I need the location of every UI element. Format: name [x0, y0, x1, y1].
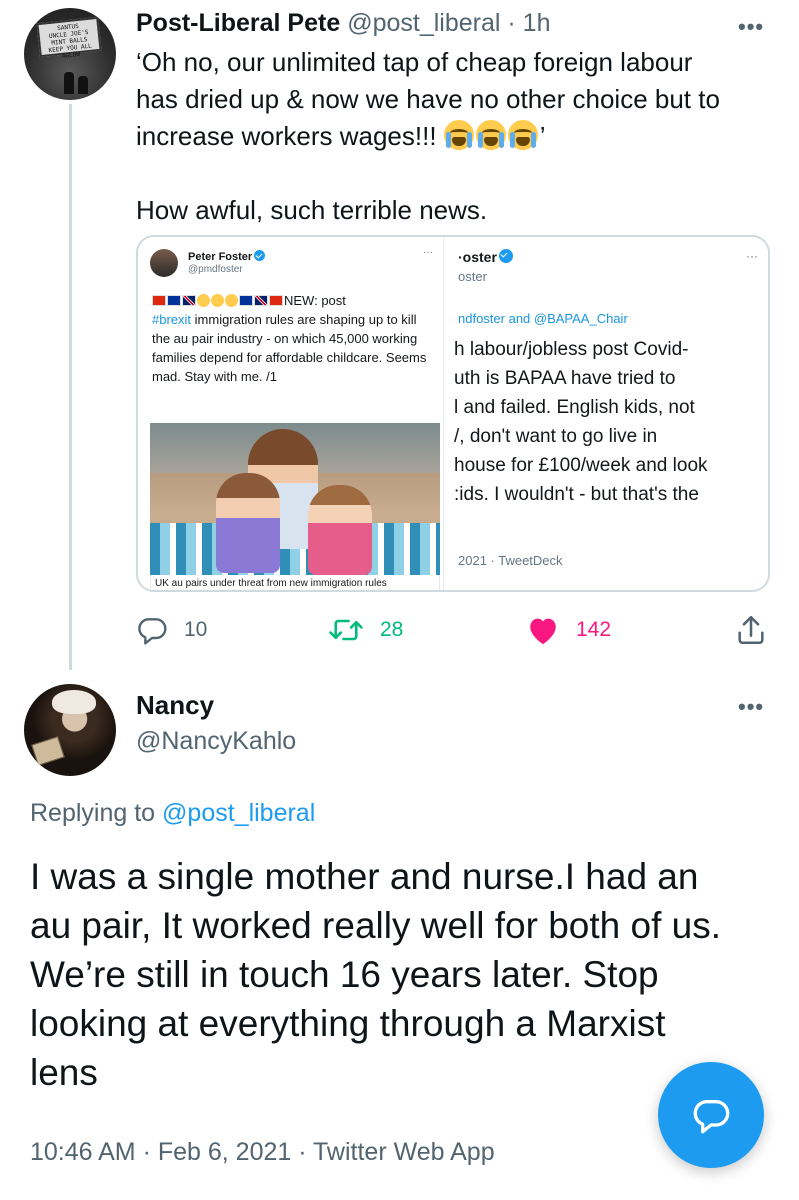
author-avatar[interactable]: SANTUS UNCLE JOE'S MINT BALLS KEEP YOU A…: [24, 8, 116, 100]
thinking-face-icon: [225, 294, 238, 307]
tweet-text-line: We’re still in touch 16 years later. Sto…: [30, 954, 659, 995]
embedded-text-line: h labour/jobless post Covid-: [454, 339, 689, 360]
reply-icon: [138, 618, 167, 645]
tweet-timestamp[interactable]: 10:46 AM · Feb 6, 2021 · Twitter Web App: [30, 1138, 495, 1167]
embedded-tweet-meta: 2021 · TweetDeck: [458, 553, 563, 568]
tweet-time[interactable]: 1h: [523, 9, 551, 37]
loudly-crying-face-icon: [443, 120, 474, 150]
retweet-count: 28: [380, 618, 404, 641]
reply-bubble-icon: [693, 1100, 730, 1134]
embedded-text-line: /, don't want to go live in: [454, 426, 658, 447]
tweet-text-line: has dried up & now we have no other choi…: [136, 84, 720, 114]
retweet-icon: [329, 619, 363, 641]
replying-to-prefix: Replying to: [30, 799, 163, 827]
embedded-text-line: uth is BAPAA have tried to: [454, 368, 676, 389]
tweet-text-line: looking at everything through a Marxist: [30, 1003, 666, 1044]
embedded-more-icon: ···: [746, 249, 758, 263]
tweet-text-line: How awful, such terrible news.: [136, 195, 488, 225]
embedded-replying-to: ndfoster and @BAPAA_Chair: [458, 311, 628, 326]
tweet-text: ‘Oh no, our unlimited tap of cheap forei…: [136, 44, 776, 229]
like-count: 142: [576, 618, 612, 641]
embedded-author-name: ·oster: [458, 249, 513, 265]
avatar-figure: [78, 76, 88, 94]
more-options-icon[interactable]: •••: [738, 696, 764, 718]
reply-button[interactable]: 10: [136, 610, 207, 650]
embedded-tweet-screenshot-left: Peter Foster @pmdfoster ··· NEW: post #b…: [138, 237, 443, 590]
replying-to-link[interactable]: @post_liberal: [162, 799, 315, 827]
eu-flag-icon: [167, 295, 181, 306]
verified-badge-icon: [498, 249, 513, 263]
tweet-media-image[interactable]: Peter Foster @pmdfoster ··· NEW: post #b…: [136, 235, 770, 592]
tweet-text-line: I was a single mother and nurse.I had an: [30, 856, 699, 897]
reply-count: 10: [184, 618, 208, 641]
author-handle[interactable]: @post_liberal: [347, 9, 500, 37]
loudly-crying-face-icon: [507, 120, 538, 150]
tweet-action-bar: 10 28 142: [136, 610, 770, 650]
tweet-text-line: au pair, It worked really well for both …: [30, 905, 722, 946]
embedded-tweet-text: NEW: post #brexit immigration rules are …: [152, 293, 427, 384]
tweet-text-line: increase workers wages!!! ’: [136, 118, 776, 155]
hashtag: #brexit: [152, 312, 192, 327]
loudly-crying-face-icon: [475, 120, 506, 150]
embedded-text-line: :ids. I wouldn't - but that's the: [454, 484, 699, 505]
author-name[interactable]: Post-Liberal Pete: [136, 9, 340, 37]
embedded-tweet-screenshot-right: ·oster oster ··· ndfoster and @BAPAA_Cha…: [443, 237, 768, 590]
verified-badge-icon: [254, 250, 266, 261]
embedded-author-name: Peter Foster: [188, 250, 266, 263]
embedded-text-line: l and failed. English kids, not: [454, 397, 695, 418]
embedded-author-handle: @pmdfoster: [188, 264, 243, 275]
retweet-button[interactable]: 28: [328, 610, 403, 650]
reply-author-handle[interactable]: @NancyKahlo: [136, 727, 296, 756]
reply-tweet-text: I was a single mother and nurse.I had an…: [30, 852, 780, 1097]
tweet-text-fragment: increase workers wages!!!: [136, 121, 437, 151]
replying-to-line: Replying to @post_liberal: [30, 799, 315, 828]
avatar-bonnet: [52, 690, 96, 714]
thinking-face-icon: [211, 294, 224, 307]
share-button[interactable]: [734, 610, 768, 650]
embedded-avatar: [150, 249, 178, 277]
embedded-tweet-text: h labour/jobless post Covid- uth is BAPA…: [454, 335, 768, 509]
uk-flag-icon: [254, 295, 268, 306]
tweet-text-line: ‘Oh no, our unlimited tap of cheap forei…: [136, 47, 693, 77]
thread-connector-line: [69, 104, 72, 670]
share-icon: [738, 615, 764, 645]
thinking-face-icon: [197, 294, 210, 307]
eu-flag-icon: [239, 295, 253, 306]
uk-flag-icon: [182, 295, 196, 306]
embedded-text-line: house for £100/week and look: [454, 455, 708, 476]
embedded-photo: [150, 423, 440, 575]
separator-dot: ·: [507, 9, 516, 37]
like-button[interactable]: 142: [526, 610, 611, 650]
reply-author-name[interactable]: Nancy: [136, 690, 214, 721]
avatar-sign: SANTUS UNCLE JOE'S MINT BALLS KEEP YOU A…: [36, 16, 102, 60]
china-flag-icon: [269, 295, 283, 306]
avatar-book: [31, 736, 65, 766]
embedded-photo-caption: UK au pairs under threat from new immigr…: [150, 575, 440, 590]
more-options-icon[interactable]: •••: [738, 16, 764, 38]
closing-quote: ’: [539, 121, 546, 151]
tweet-header: Post-Liberal Pete @post_liberal · 1h: [136, 8, 550, 38]
reply-author-avatar[interactable]: [24, 684, 116, 776]
avatar-figure: [64, 72, 74, 94]
compose-reply-button[interactable]: [658, 1062, 764, 1168]
embedded-author-handle: oster: [458, 269, 487, 284]
heart-filled-icon: [530, 618, 556, 645]
embedded-more-icon: ···: [423, 247, 433, 258]
china-flag-icon: [152, 295, 166, 306]
